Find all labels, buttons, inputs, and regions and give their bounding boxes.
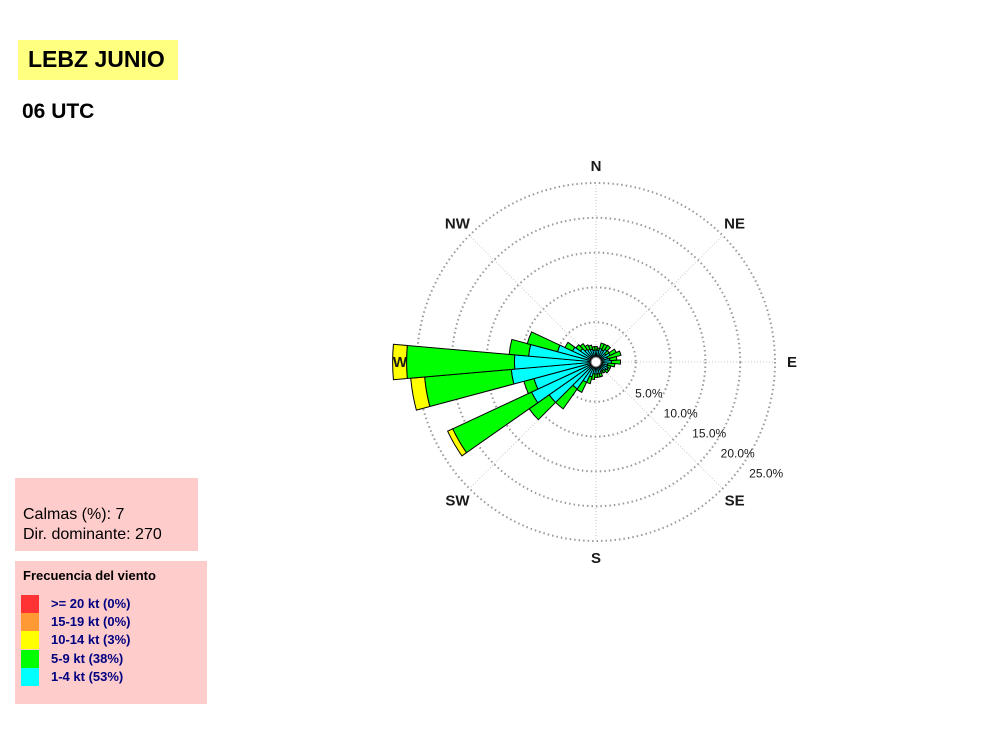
ring-label: 10.0%: [664, 406, 698, 420]
legend-swatch: [21, 595, 39, 613]
ring-label: 20.0%: [721, 446, 755, 460]
ring-label: 5.0%: [635, 386, 663, 400]
legend-swatch: [21, 668, 39, 686]
direction-label: SW: [445, 493, 470, 510]
legend-swatch: [21, 650, 39, 668]
direction-label: SE: [725, 493, 745, 510]
direction-label: E: [787, 354, 797, 371]
legend-swatch: [21, 613, 39, 631]
legend-label: 1-4 kt (53%): [51, 669, 124, 684]
direction-label: N: [591, 158, 602, 175]
legend-label: >= 20 kt (0%): [51, 596, 131, 611]
direction-label: W: [393, 354, 408, 371]
sector-segment: [591, 346, 596, 352]
ring-label: 15.0%: [692, 426, 726, 440]
stats-panel: Calmas (%): 7 Dir. dominante: 270: [15, 478, 198, 551]
legend: Frecuencia del viento >= 20 kt (0%) 15-1…: [15, 561, 207, 704]
wind-sectors: [392, 331, 622, 457]
legend-label: 10-14 kt (3%): [51, 632, 131, 647]
legend-label: 5-9 kt (38%): [51, 651, 124, 666]
dominant-direction-text: Dir. dominante: 270: [23, 526, 162, 543]
center-circle: [590, 356, 602, 368]
legend-label: 15-19 kt (0%): [51, 614, 131, 629]
legend-swatch: [21, 631, 39, 649]
calms-text: Calmas (%): 7: [23, 506, 125, 523]
direction-label: S: [591, 550, 601, 567]
sector-segment: [452, 391, 539, 454]
ring-label: 25.0%: [749, 466, 783, 480]
legend-title: Frecuencia del viento: [23, 568, 156, 583]
direction-label: NE: [724, 215, 745, 232]
direction-label: NW: [445, 215, 471, 232]
